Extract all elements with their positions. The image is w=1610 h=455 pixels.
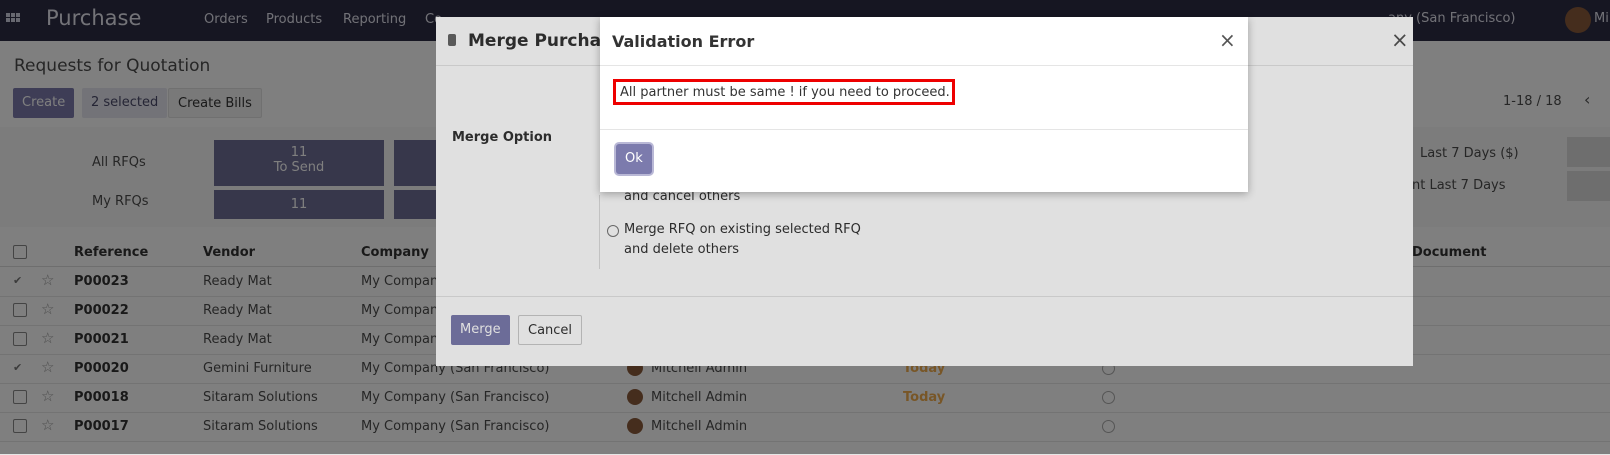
- validation-error-title: Validation Error: [612, 32, 755, 51]
- divider: [600, 129, 1248, 130]
- divider: [600, 65, 1248, 66]
- error-message: All partner must be same ! if you need t…: [620, 85, 950, 100]
- error-highlight-box: All partner must be same ! if you need t…: [613, 79, 955, 105]
- close-icon[interactable]: ×: [1219, 28, 1236, 52]
- validation-error-dialog: Validation Error × All partner must be s…: [600, 17, 1248, 192]
- ok-button[interactable]: Ok: [616, 144, 652, 174]
